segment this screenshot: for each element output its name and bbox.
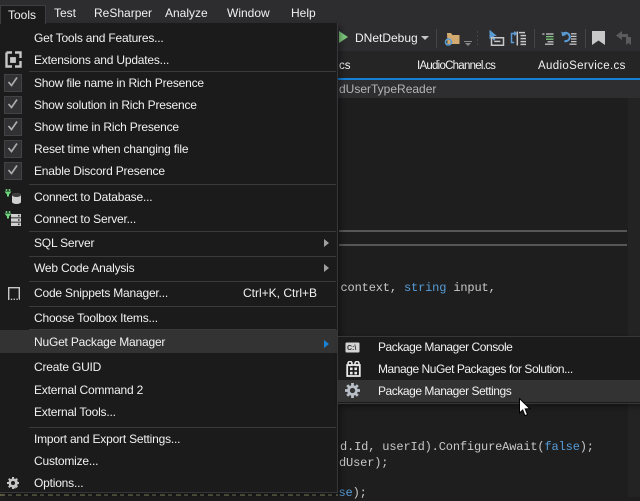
svg-text:C:\: C:\ bbox=[347, 345, 356, 352]
